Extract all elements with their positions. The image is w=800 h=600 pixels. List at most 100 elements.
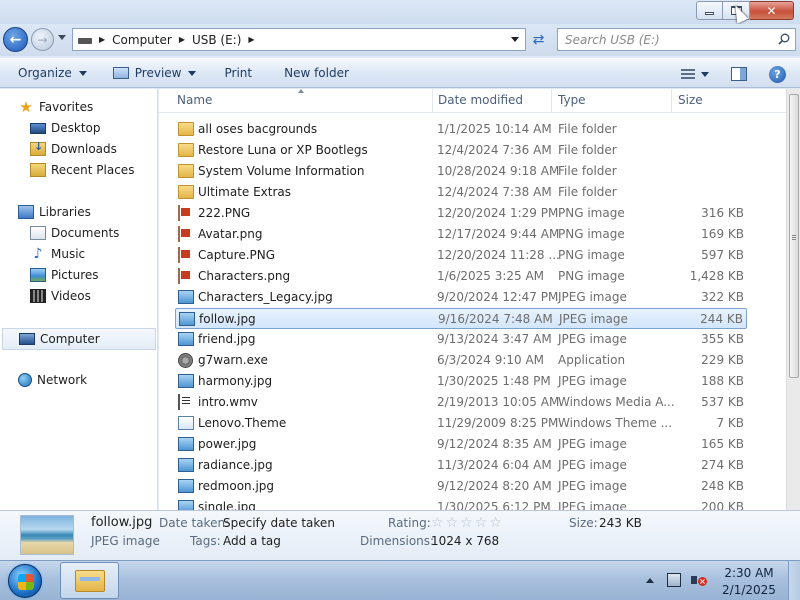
new-folder-label: New folder [284, 66, 349, 80]
rating-stars[interactable]: ☆ ☆ ☆ ☆ ☆ [431, 516, 504, 530]
view-options-dropdown[interactable] [701, 71, 709, 77]
chevron-down-icon [188, 70, 197, 76]
file-date-modified: 9/20/2024 12:47 PM [437, 290, 559, 304]
preview-button[interactable]: Preview [107, 61, 203, 85]
back-button[interactable]: ← [3, 27, 28, 52]
breadcrumb-computer[interactable]: Computer [112, 33, 172, 47]
column-header-type[interactable]: Type [558, 93, 586, 109]
title-bar: ✕ [0, 0, 800, 24]
file-row[interactable]: power.jpg 9/12/2024 8:35 AM JPEG image 165 … [175, 434, 747, 455]
file-row[interactable]: g7warn.exe 6/3/2024 9:10 AM Application 229… [175, 350, 747, 371]
column-header-date-modified[interactable]: Date modified [438, 93, 523, 109]
recent-pages-dropdown[interactable] [58, 35, 66, 40]
breadcrumb-separator-icon[interactable]: ▶ [179, 35, 185, 44]
system-clock[interactable]: 2:30 AM 2/1/2025 [716, 565, 782, 599]
organize-button[interactable]: Organize [12, 61, 93, 85]
file-type: PNG image [558, 227, 625, 241]
taskbar-explorer-button[interactable] [60, 562, 119, 599]
file-row[interactable]: radiance.jpg 11/3/2024 6:04 AM JPEG image 2… [175, 455, 747, 476]
refresh-button[interactable]: ⇄ [528, 28, 549, 51]
close-button[interactable]: ✕ [750, 1, 794, 20]
tags-label: Tags: [190, 534, 221, 548]
details-pane: follow.jpg JPEG image Date taken: Specif… [0, 510, 800, 560]
print-label: Print [224, 66, 253, 80]
file-row[interactable]: Characters.png 1/6/2025 3:25 AM PNG image 1… [175, 266, 747, 287]
nav-computer[interactable]: Computer [2, 328, 156, 350]
volume-muted-icon[interactable]: × [691, 573, 707, 587]
breadcrumb-separator-icon[interactable]: ▶ [99, 35, 105, 44]
column-divider[interactable] [551, 89, 552, 113]
file-row[interactable]: intro.wmv 2/19/2013 10:05 AM Windows Media… [175, 392, 747, 413]
command-bar: Organize Preview Print New folder ? [0, 58, 800, 88]
theme-file-icon [178, 416, 194, 430]
vertical-scrollbar[interactable] [786, 89, 800, 510]
nav-label: Computer [40, 332, 100, 346]
star-icon: ★ [19, 98, 33, 116]
forward-button[interactable]: → [31, 28, 54, 51]
breadcrumb-separator-icon[interactable]: ▶ [248, 35, 254, 44]
search-input[interactable] [565, 32, 770, 47]
show-hidden-icons-icon[interactable] [646, 578, 654, 583]
nav-downloads[interactable]: Downloads [30, 139, 117, 159]
preview-label: Preview [134, 66, 182, 80]
file-row[interactable]: Capture.PNG 12/20/2024 11:28 ... PNG image… [175, 245, 747, 266]
column-divider[interactable] [671, 89, 672, 113]
tags-field[interactable]: Add a tag [223, 534, 281, 548]
nav-videos[interactable]: Videos [30, 286, 91, 306]
nav-pictures[interactable]: Pictures [30, 265, 99, 285]
nav-music[interactable]: ♪ Music [30, 244, 86, 264]
nav-desktop[interactable]: Desktop [30, 118, 101, 138]
file-name: Lenovo.Theme [198, 416, 287, 430]
file-row[interactable]: follow.jpg 9/16/2024 7:48 AM JPEG image 244… [175, 308, 747, 329]
scrollbar-thumb[interactable] [789, 94, 799, 378]
documents-icon [30, 226, 46, 240]
new-folder-button[interactable]: New folder [278, 61, 355, 85]
nav-network[interactable]: Network [18, 370, 87, 390]
png-icon [178, 205, 180, 221]
file-row[interactable]: redmoon.jpg 9/12/2024 8:20 AM JPEG image 24… [175, 476, 747, 497]
print-button[interactable]: Print [218, 61, 258, 85]
help-icon[interactable]: ? [769, 65, 786, 83]
videos-icon [30, 289, 46, 303]
preview-pane-toggle-icon[interactable] [731, 67, 747, 81]
column-divider[interactable] [432, 89, 433, 113]
file-row[interactable]: harmony.jpg 1/30/2025 1:48 PM JPEG image 18… [175, 371, 747, 392]
nav-favorites[interactable]: ★ Favorites [18, 97, 93, 117]
network-status-icon[interactable] [667, 573, 681, 587]
arrow-right-icon: → [37, 32, 48, 47]
star-icon[interactable]: ☆ [475, 516, 488, 530]
show-desktop-button[interactable] [788, 561, 800, 600]
date-taken-field[interactable]: Specify date taken [223, 516, 335, 530]
file-row[interactable]: Ultimate Extras 12/4/2024 7:38 AM File fol… [175, 182, 747, 203]
file-row[interactable]: Avatar.png 12/17/2024 9:44 AM PNG image 169… [175, 224, 747, 245]
file-row[interactable]: Lenovo.Theme 11/29/2009 8:25 PM Windows Th… [175, 413, 747, 434]
column-header-name[interactable]: Name [177, 93, 212, 109]
nav-documents[interactable]: Documents [30, 223, 119, 243]
column-header-size[interactable]: Size [678, 93, 703, 109]
file-row[interactable]: System Volume Information 10/28/2024 9:18… [175, 161, 747, 182]
search-box[interactable] [557, 28, 796, 51]
minimize-button[interactable] [696, 1, 723, 20]
dimensions-value: 1024 x 768 [431, 534, 500, 548]
nav-libraries[interactable]: Libraries [18, 202, 91, 222]
file-date-modified: 11/29/2009 8:25 PM [437, 416, 559, 430]
address-bar[interactable]: ▶ Computer ▶ USB (E:) ▶ [72, 28, 526, 51]
star-icon[interactable]: ☆ [460, 516, 473, 530]
png-icon [178, 247, 180, 263]
file-row[interactable]: all oses bacgrounds 1/1/2025 10:14 AM File… [175, 119, 747, 140]
file-type: JPEG image [558, 458, 627, 472]
address-history-dropdown[interactable] [511, 37, 519, 42]
file-row[interactable]: Characters_Legacy.jpg 9/20/2024 12:47 PM J… [175, 287, 747, 308]
start-button[interactable] [8, 564, 42, 598]
star-icon[interactable]: ☆ [431, 516, 444, 530]
file-row[interactable]: single.jpg 1/30/2025 6:12 PM JPEG image 200… [175, 497, 747, 510]
star-icon[interactable]: ☆ [446, 516, 459, 530]
jpeg-icon [178, 479, 194, 493]
file-row[interactable]: Restore Luna or XP Bootlegs 12/4/2024 7:3… [175, 140, 747, 161]
file-row[interactable]: friend.jpg 9/13/2024 3:47 AM JPEG image 355… [175, 329, 747, 350]
change-view-icon[interactable] [681, 68, 695, 80]
star-icon[interactable]: ☆ [489, 516, 502, 530]
breadcrumb-usb-drive[interactable]: USB (E:) [192, 33, 241, 47]
file-row[interactable]: 222.PNG 12/20/2024 1:29 PM PNG image 316 KB [175, 203, 747, 224]
nav-recent-places[interactable]: Recent Places [30, 160, 134, 180]
